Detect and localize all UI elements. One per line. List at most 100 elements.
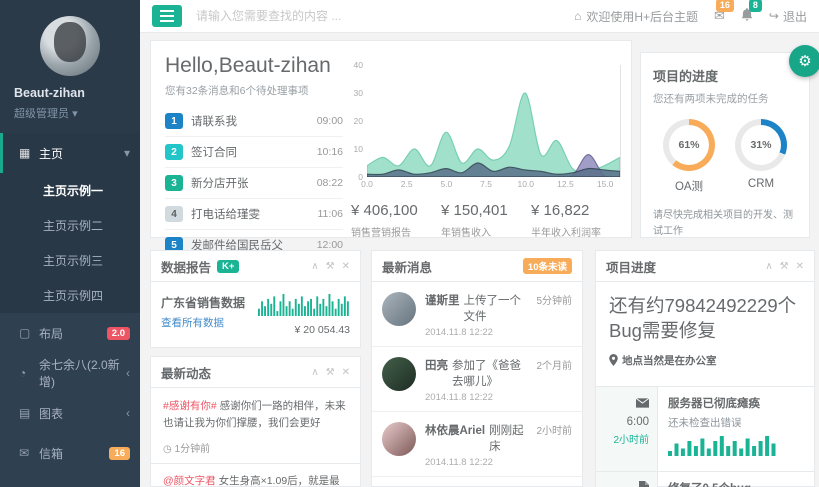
user-role-label: 超级管理员: [14, 108, 69, 120]
logout-icon: ↪: [769, 9, 779, 23]
sidebar-item[interactable]: ▢ 布局2.0: [0, 313, 140, 353]
latest-messages-card: 最新消息 10条未读 谨斯里 上传了一个文件 5分钟前 2014.11.8 12…: [371, 250, 583, 487]
wrench-icon[interactable]: ⚒: [780, 261, 789, 272]
layout-icon: ▢: [19, 326, 39, 340]
sidebar-item[interactable]: ▤ 图表‹: [0, 393, 140, 433]
message-sender: 林依晨Ariel: [425, 422, 485, 454]
close-icon[interactable]: ✕: [796, 261, 804, 272]
message-item[interactable]: 谨斯里 上传了一个文件 5分钟前 2014.11.8 12:22: [372, 282, 582, 347]
data-report-card: 数据报告 K+ ∧ ⚒ ✕ 广东省销售数据 查看所有数据 ¥ 20 054.43: [150, 250, 361, 348]
view-all-data-link[interactable]: 查看所有数据: [161, 315, 258, 330]
todo-label: 新分店开张: [191, 175, 317, 191]
sidebar-subitem[interactable]: 主页示例一: [0, 173, 140, 208]
message-sender: 谨斯里: [425, 292, 460, 324]
y-tick-label: 10: [354, 144, 363, 154]
sidebar-subitem[interactable]: 主页示例三: [0, 243, 140, 278]
mention-link[interactable]: @颜文字君: [163, 475, 216, 487]
timeline-item-sub: 还未检查出错误: [668, 415, 804, 430]
donut-label: CRM: [735, 178, 787, 190]
report-sparkline: [258, 294, 350, 316]
globe-icon: ◔: [19, 366, 39, 380]
message-action: 参加了《爸爸去哪儿》: [452, 357, 530, 389]
message-date: 2014.11.8 12:22: [425, 457, 572, 468]
timeline-time: 6:00: [604, 416, 649, 428]
avatar: [382, 422, 416, 456]
wrench-icon[interactable]: ⚒: [326, 261, 335, 272]
search-input[interactable]: [196, 9, 574, 23]
main-content: Hello,Beaut-zihan 您有32条消息和6个待处理事项 1 请联系我…: [140, 33, 819, 487]
close-icon[interactable]: ✕: [342, 367, 350, 378]
sidebar-item-label: 图表: [39, 405, 126, 422]
activity-post: @颜文字君 女生身高×1.09后，就是最适合你的男生身高；相反，男生是÷1.09…: [163, 473, 348, 487]
chevron-left-icon: ‹: [126, 406, 130, 420]
mail-badge: 16: [716, 0, 734, 12]
todo-row[interactable]: 2 签订合同 10:16: [165, 137, 343, 168]
envelope-icon: [604, 395, 649, 413]
sidebar-item[interactable]: ◔ 余七余八(2.0新增)‹: [0, 353, 140, 393]
donut-ring: 31%: [735, 119, 787, 171]
message-item[interactable]: 林依晨Ariel 刚刚起床 2小时前 2014.11.8 12:22: [372, 412, 582, 477]
timeline-item: 6:00 2小时前 服务器已彻底瘫痪 还未检查出错误: [596, 387, 814, 472]
donut-percent: 61%: [669, 125, 709, 165]
sidebar-subitem[interactable]: 主页示例四: [0, 278, 140, 313]
timeline-item-title: 修复了0.5个bug: [668, 480, 804, 487]
progress-donut: 31% CRM: [735, 119, 787, 194]
timeline-title: 项目进度: [606, 257, 656, 276]
x-tick-label: 2.5: [401, 179, 413, 189]
unread-badge: 10条未读: [523, 258, 572, 274]
sales-area-chart: 010203040: [367, 65, 621, 177]
logout-button[interactable]: ↪ 退出: [769, 8, 807, 25]
sidebar-item[interactable]: ✉ 信箱16: [0, 433, 140, 473]
avatar[interactable]: [40, 16, 100, 76]
todo-row[interactable]: 1 请联系我 09:00: [165, 106, 343, 137]
timeline-ago: 2小时前: [604, 431, 649, 446]
messages-title: 最新消息: [382, 257, 432, 276]
caret-down-icon: ▾: [72, 108, 78, 120]
activity-post: #感谢有你# 感谢你们一路的相伴，未来也请让我为你们撑腰，我们会更好: [163, 398, 348, 433]
collapse-icon[interactable]: ∧: [311, 261, 318, 272]
welcome-text: 欢迎使用H+后台主题: [586, 8, 698, 25]
topbar: ⌂ 欢迎使用H+后台主题 ✉ 16 8 ↪ 退出: [140, 0, 819, 33]
user-profile: Beaut-zihan 超级管理员 ▾: [0, 0, 140, 133]
message-date: 2014.11.8 12:22: [425, 392, 572, 403]
logout-label: 退出: [783, 8, 807, 25]
stat-label: 半年收入利润率: [531, 224, 621, 239]
message-item[interactable]: 田亮 参加了《爸爸去哪儿》 2个月前 2014.11.8 12:22: [372, 347, 582, 412]
sidebar-item-label: 布局: [39, 325, 107, 342]
x-tick-label: 12.5: [557, 179, 574, 189]
timeline-sparkline: [668, 436, 778, 456]
user-role-dropdown[interactable]: 超级管理员 ▾: [14, 105, 126, 121]
user-name: Beaut-zihan: [14, 86, 126, 100]
todo-row[interactable]: 4 打电话给瑾雯 11:06: [165, 199, 343, 230]
messages-button[interactable]: ✉ 16: [714, 8, 725, 24]
sidebar-item[interactable]: ♟ 小工具: [0, 473, 140, 487]
dashboard-page: Beaut-zihan 超级管理员 ▾ ▦ 主页▾主页示例一主页示例二主页示例三…: [0, 0, 819, 487]
todo-number-badge: 1: [165, 113, 183, 129]
activity-meta: ◷ 1分钟前: [163, 440, 348, 455]
message-item[interactable]: 颜文字君 评论了 32分钟前 2014.11.8 12:22 【九部令人拍案叫绝…: [372, 477, 582, 487]
message-time: 2小时前: [536, 422, 572, 454]
sidebar-subitem[interactable]: 主页示例二: [0, 208, 140, 243]
project-progress-card: 项目的进度 您还有两项未完成的任务 61% OA测 31% CRM 请尽快完成相…: [640, 52, 810, 238]
report-badge: K+: [217, 260, 239, 273]
donut-percent: 31%: [741, 125, 781, 165]
collapse-icon[interactable]: ∧: [311, 367, 318, 378]
sidebar-item-余七余八(2.0新增): ◔ 余七余八(2.0新增)‹: [0, 353, 140, 393]
message-action: 上传了一个文件: [464, 292, 531, 324]
notifications-button[interactable]: 8: [741, 8, 753, 24]
sidebar-item[interactable]: ▦ 主页▾: [0, 133, 140, 173]
report-item-title: 广东省销售数据: [161, 294, 258, 311]
welcome-link[interactable]: ⌂ 欢迎使用H+后台主题: [574, 8, 698, 25]
menu-toggle-button[interactable]: [152, 5, 182, 27]
progress-subtitle: 您还有两项未完成的任务: [653, 91, 797, 106]
settings-button[interactable]: ⚙: [789, 45, 819, 77]
wrench-icon[interactable]: ⚒: [326, 367, 335, 378]
collapse-icon[interactable]: ∧: [765, 261, 772, 272]
stat-block: ¥ 150,401 年销售收入: [441, 202, 531, 239]
todo-row[interactable]: 3 新分店开张 08:22: [165, 168, 343, 199]
hashtag-link[interactable]: #感谢有你#: [163, 400, 217, 412]
stat-label: 年销售收入: [441, 224, 531, 239]
message-sender: 田亮: [425, 357, 448, 389]
avatar: [382, 292, 416, 326]
close-icon[interactable]: ✕: [342, 261, 350, 272]
